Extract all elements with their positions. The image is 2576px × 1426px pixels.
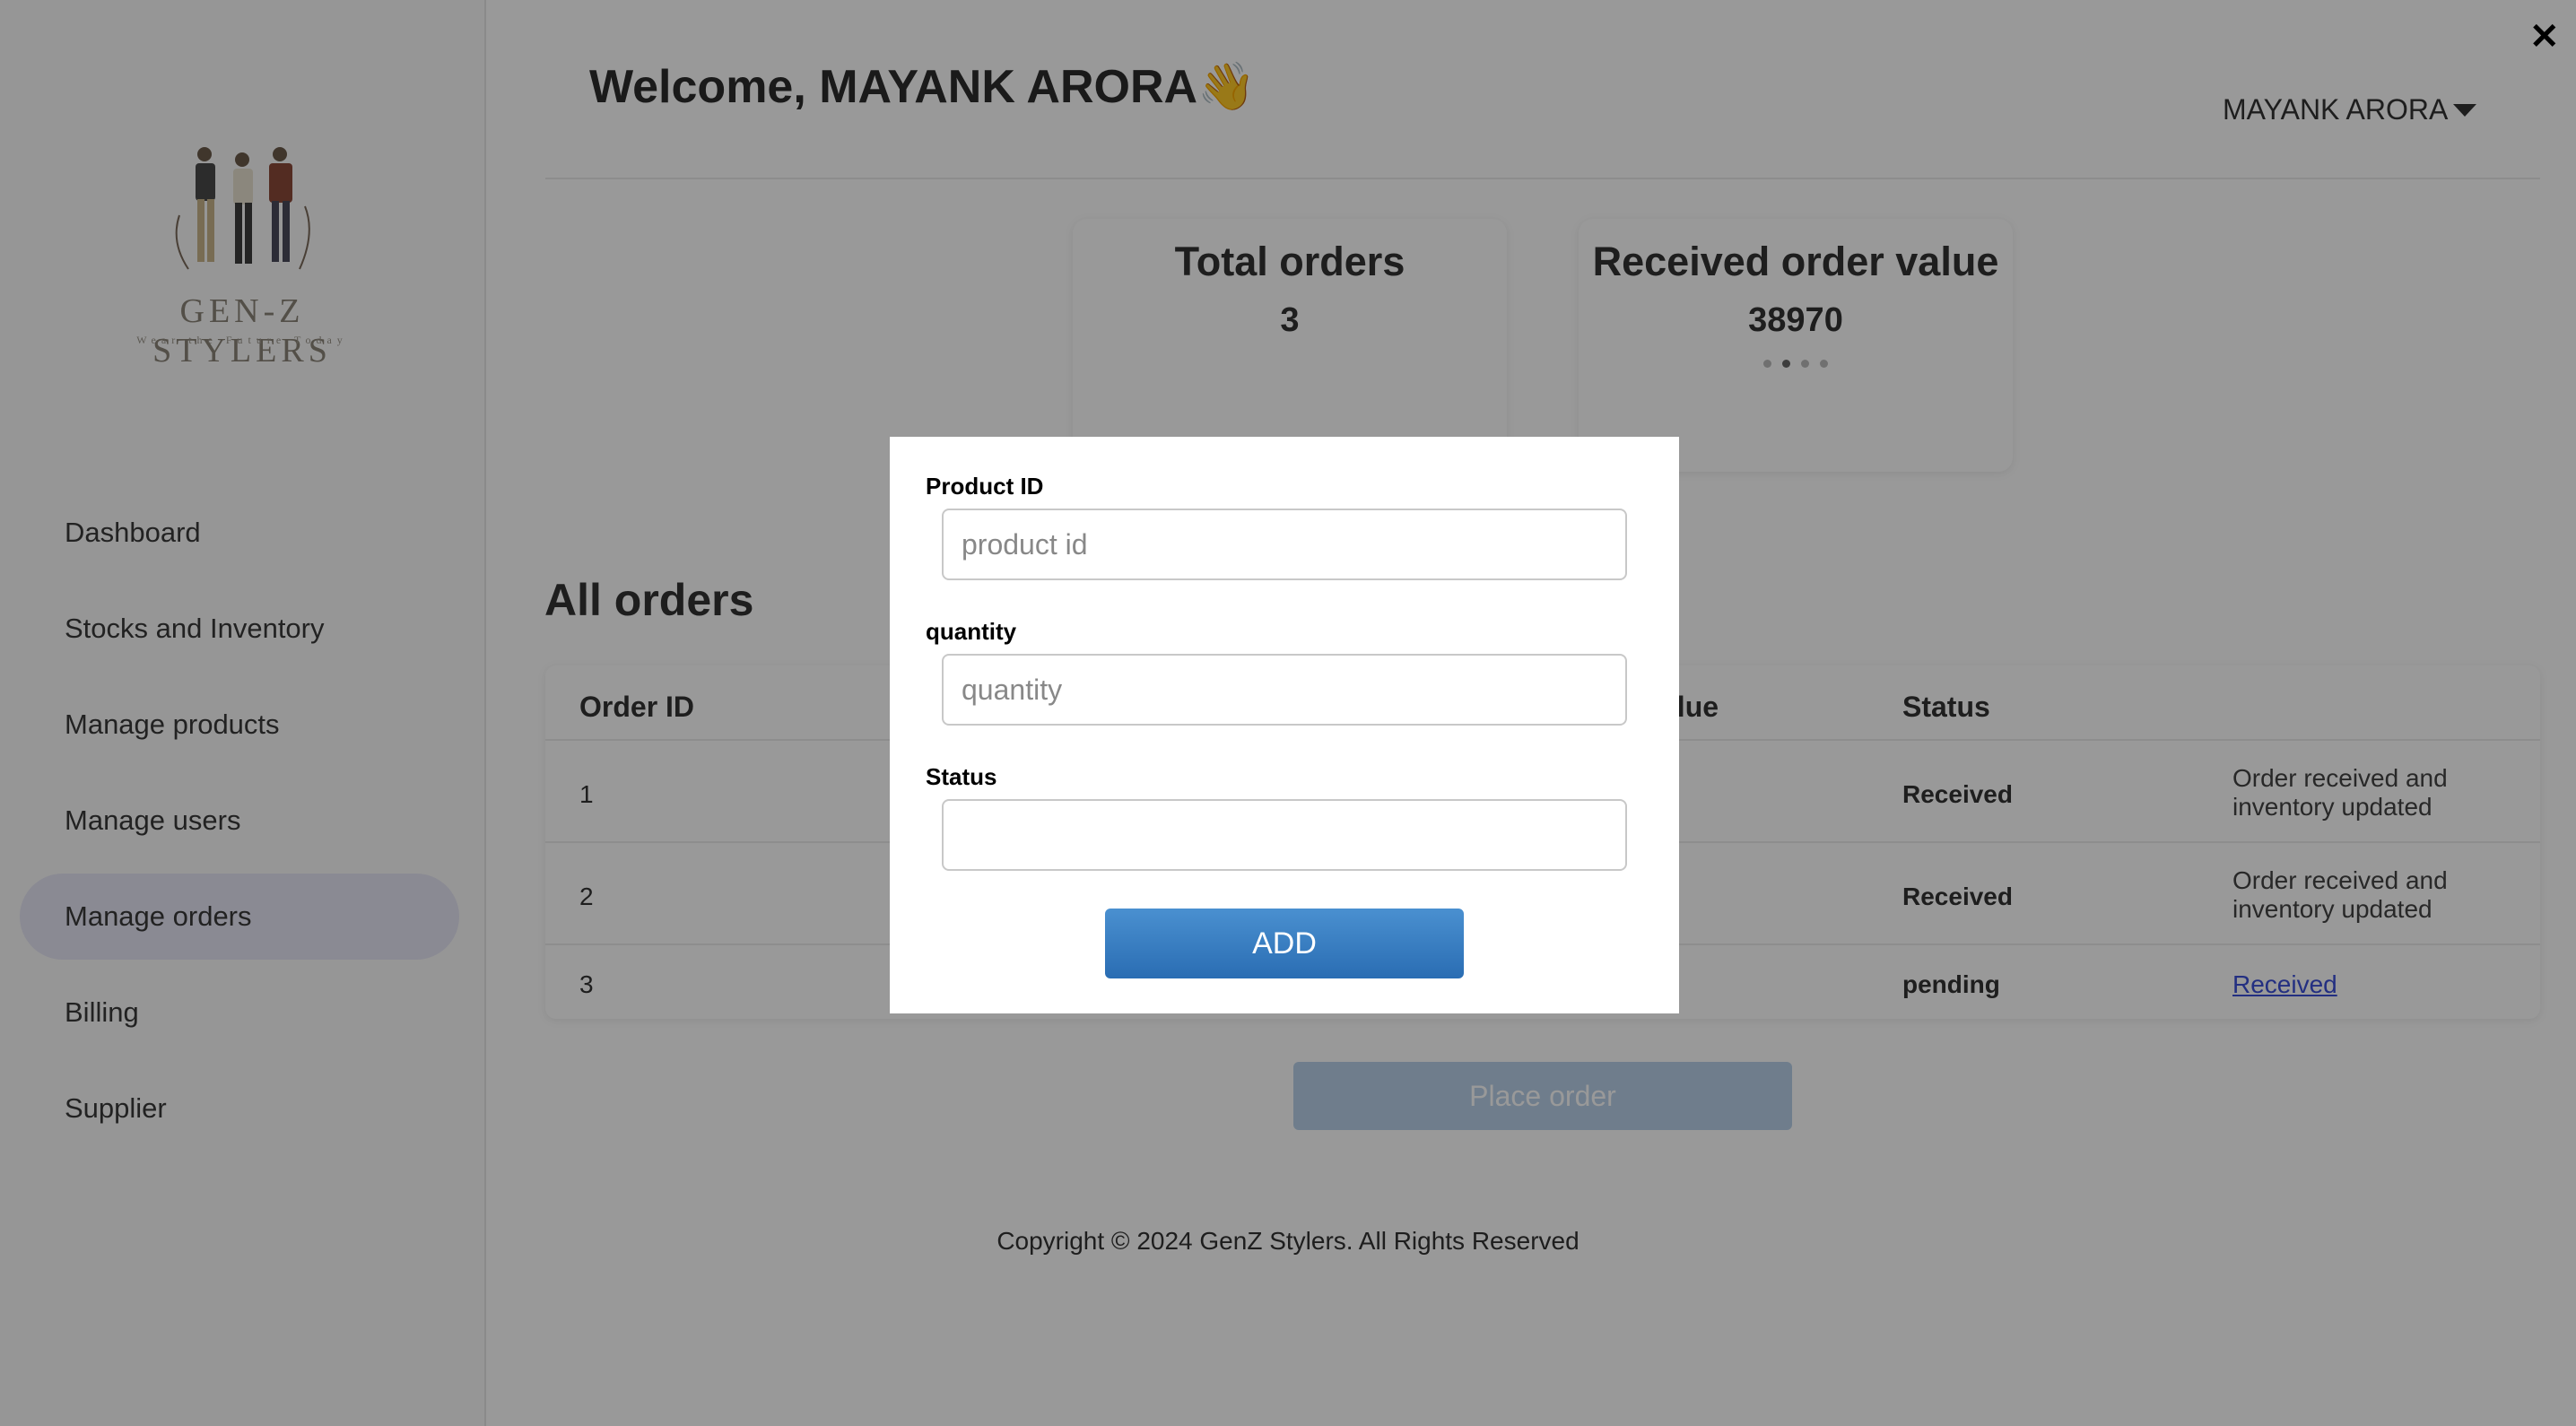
status-label: Status [926, 763, 997, 790]
add-button[interactable]: ADD [1105, 909, 1464, 978]
add-order-modal: Product ID quantity Status ADD [890, 437, 1679, 1013]
close-icon[interactable]: ✕ [2529, 16, 2560, 57]
product-id-label: Product ID [926, 473, 1044, 500]
quantity-label: quantity [926, 618, 1017, 645]
product-id-input[interactable] [942, 509, 1627, 580]
quantity-input[interactable] [942, 654, 1627, 726]
status-input[interactable] [942, 799, 1627, 871]
